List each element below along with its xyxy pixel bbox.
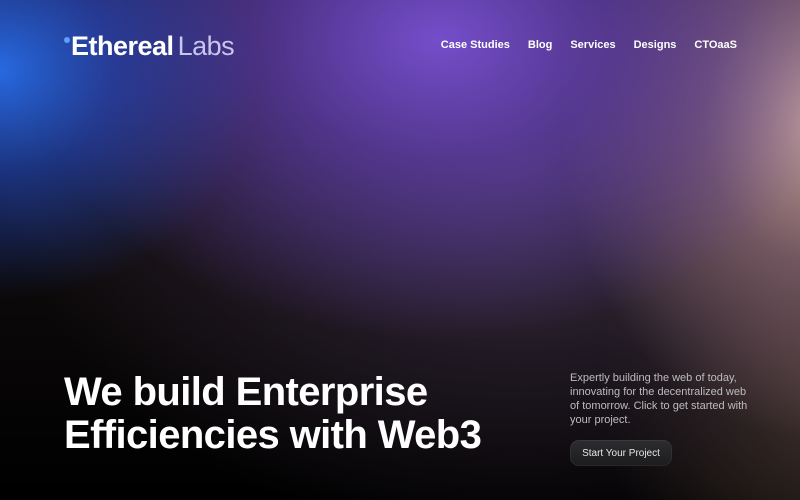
nav-link-case-studies[interactable]: Case Studies (441, 39, 510, 51)
nav-link-designs[interactable]: Designs (634, 39, 677, 51)
main-nav: Case Studies Blog Services Designs CTOaa… (441, 39, 737, 51)
nav-link-ctoaas[interactable]: CTOaaS (694, 39, 737, 51)
site-logo[interactable]: Ethereal Labs (64, 30, 235, 62)
landing-page: Ethereal Labs Case Studies Blog Services… (0, 0, 800, 500)
hero-headline-line2: Efficiencies with Web3 (64, 413, 482, 457)
start-project-button[interactable]: Start Your Project (570, 440, 672, 466)
hero-headline-line1: We build Enterprise (64, 370, 428, 414)
nav-link-blog[interactable]: Blog (528, 39, 552, 51)
hero-description: Expertly building the web of today, inno… (570, 372, 748, 426)
hero-headline: We build Enterprise Efficiencies with We… (64, 371, 534, 457)
nav-link-services[interactable]: Services (570, 39, 615, 51)
logo-text-primary: Ethereal (71, 31, 174, 61)
logo-dot-icon (64, 37, 70, 43)
logo-text-secondary: Labs (177, 31, 235, 61)
